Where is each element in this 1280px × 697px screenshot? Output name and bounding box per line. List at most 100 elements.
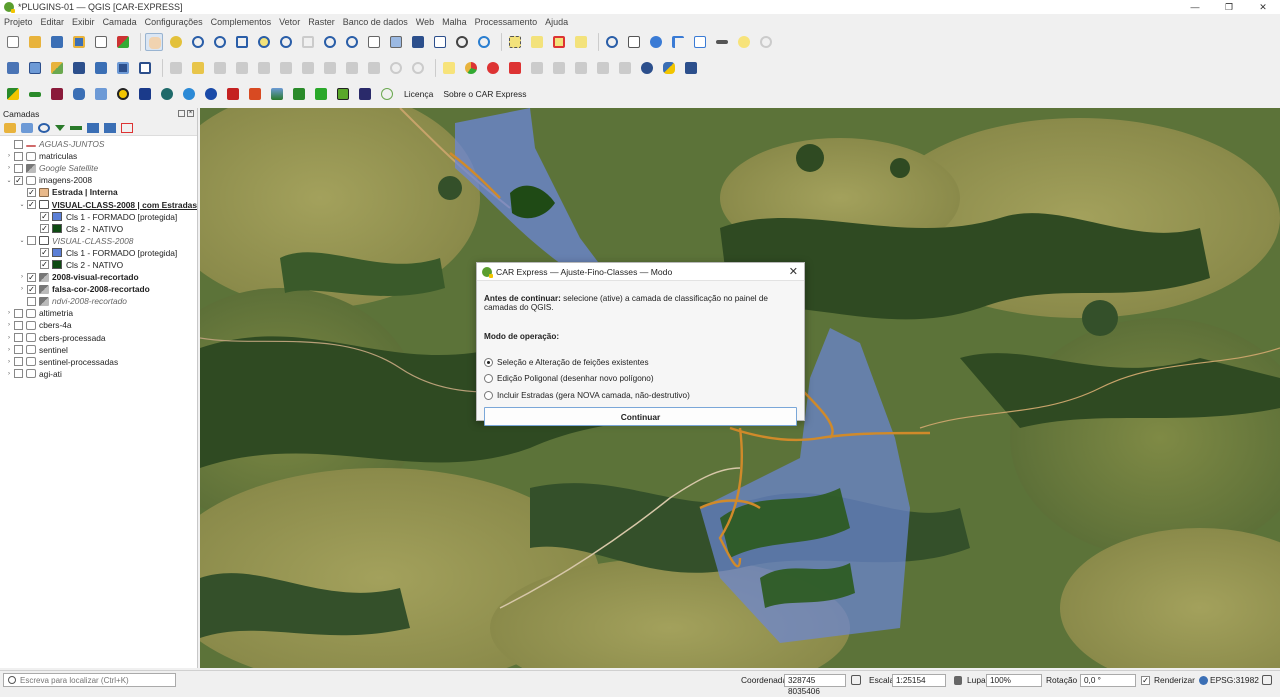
expand-all-icon[interactable] xyxy=(87,122,99,133)
menu-raster[interactable]: Raster xyxy=(308,17,335,27)
new-3d-view-icon[interactable] xyxy=(387,33,405,51)
menu-exibir[interactable]: Exibir xyxy=(72,17,95,27)
refresh-icon[interactable] xyxy=(475,33,493,51)
zoom-layer-icon[interactable] xyxy=(277,33,295,51)
radio-selection[interactable] xyxy=(484,357,493,367)
data-source-manager-icon[interactable] xyxy=(4,59,22,77)
car-plugin-2-icon[interactable] xyxy=(26,85,44,103)
save-as-icon[interactable] xyxy=(70,33,88,51)
layer-tree-item[interactable]: ✓ Estrada | Interna xyxy=(0,186,197,198)
expand-arrow-icon[interactable]: › xyxy=(17,286,27,292)
scale-field[interactable]: 1:25154 xyxy=(892,673,946,687)
temporal-controller-icon[interactable] xyxy=(453,33,471,51)
highlight-labels-icon[interactable] xyxy=(506,59,524,77)
diagram-tool-icon[interactable] xyxy=(462,59,480,77)
layer-tree-item[interactable]: › Google Satellite xyxy=(0,162,197,174)
style-manager-icon[interactable] xyxy=(114,33,132,51)
layer-visibility-checkbox[interactable] xyxy=(27,296,36,306)
add-group-icon[interactable] xyxy=(21,122,33,133)
car-plugin-7-icon[interactable] xyxy=(136,85,154,103)
expand-arrow-icon[interactable]: ⌄ xyxy=(4,177,14,184)
deselect-all-icon[interactable] xyxy=(550,33,568,51)
layer-tree-item[interactable]: › ✓ falsa-cor-2008-recortado xyxy=(0,283,197,295)
layer-tree-item[interactable]: › cbers-processada xyxy=(0,332,197,344)
layer-tree-item[interactable]: › cbers-4a xyxy=(0,319,197,331)
show-bookmarks-icon[interactable] xyxy=(431,33,449,51)
layer-visibility-checkbox[interactable] xyxy=(14,151,23,161)
bookmark-icon[interactable] xyxy=(409,33,427,51)
zoom-full-icon[interactable] xyxy=(233,33,251,51)
add-wms-icon[interactable] xyxy=(114,59,132,77)
menu-web[interactable]: Web xyxy=(416,17,434,27)
zoom-last-icon[interactable] xyxy=(321,33,339,51)
layer-visibility-checkbox[interactable] xyxy=(14,357,23,367)
menu-camada[interactable]: Camada xyxy=(103,17,137,27)
menu-complementos[interactable]: Complementos xyxy=(211,17,272,27)
car-plugin-16-icon[interactable] xyxy=(334,85,352,103)
python-console-icon[interactable] xyxy=(660,59,678,77)
expand-arrow-icon[interactable]: › xyxy=(4,371,14,377)
expand-arrow-icon[interactable]: › xyxy=(4,310,14,316)
class-color-swatch[interactable] xyxy=(52,248,62,258)
zoom-selection-icon[interactable] xyxy=(255,33,273,51)
zoom-in-icon[interactable] xyxy=(189,33,207,51)
show-hide-labels-icon[interactable] xyxy=(594,59,612,77)
layer-tree-item[interactable]: ⌄ VISUAL-CLASS-2008 xyxy=(0,235,197,247)
toggle-editing-icon[interactable] xyxy=(189,59,207,77)
add-mesh-icon[interactable] xyxy=(92,59,110,77)
about-car-express-button[interactable]: Sobre o CAR Express xyxy=(443,89,526,99)
menu-vetor[interactable]: Vetor xyxy=(279,17,300,27)
layer-visibility-checkbox[interactable] xyxy=(14,333,23,343)
expand-arrow-icon[interactable]: ⌄ xyxy=(17,237,27,244)
crs-globe-icon[interactable] xyxy=(1199,675,1208,685)
menu-configuracoes[interactable]: Configurações xyxy=(145,17,203,27)
radio-include-roads[interactable] xyxy=(484,390,493,400)
extents-toggle-icon[interactable] xyxy=(851,675,861,685)
expand-arrow-icon[interactable]: › xyxy=(4,165,14,171)
add-raster-icon[interactable] xyxy=(70,59,88,77)
car-plugin-14-icon[interactable] xyxy=(290,85,308,103)
menu-ajuda[interactable]: Ajuda xyxy=(545,17,568,27)
close-panel-icon[interactable]: × xyxy=(187,110,194,117)
layer-tree-item[interactable]: AGUAS-JUNTOS xyxy=(0,138,197,150)
menu-malha[interactable]: Malha xyxy=(442,17,467,27)
cut-icon[interactable] xyxy=(321,59,339,77)
redo-icon[interactable] xyxy=(409,59,427,77)
car-plugin-6-icon[interactable] xyxy=(114,85,132,103)
layer-tree-item[interactable]: ✓ Cls 2 - NATIVO xyxy=(0,223,197,235)
pan-to-selection-icon[interactable] xyxy=(167,33,185,51)
expand-arrow-icon[interactable]: › xyxy=(4,322,14,328)
layer-tree-item[interactable]: › altimetria xyxy=(0,307,197,319)
car-plugin-8-icon[interactable] xyxy=(158,85,176,103)
print-layout-icon[interactable] xyxy=(92,33,110,51)
vertex-tool-icon[interactable] xyxy=(255,59,273,77)
zoom-out-icon[interactable] xyxy=(211,33,229,51)
car-plugin-13-icon[interactable] xyxy=(268,85,286,103)
car-plugin-17-icon[interactable] xyxy=(356,85,374,103)
field-calculator-icon[interactable] xyxy=(691,33,709,51)
copy-icon[interactable] xyxy=(343,59,361,77)
menu-editar[interactable]: Editar xyxy=(41,17,65,27)
undo-icon[interactable] xyxy=(387,59,405,77)
new-map-view-icon[interactable] xyxy=(365,33,383,51)
select-by-value-icon[interactable] xyxy=(528,33,546,51)
layer-tree-item[interactable]: ✓ Cls 1 - FORMADO [protegida] xyxy=(0,247,197,259)
layer-visibility-checkbox[interactable] xyxy=(14,308,23,318)
expand-arrow-icon[interactable]: ⌄ xyxy=(17,201,27,208)
collapse-all-icon[interactable] xyxy=(104,122,116,133)
layer-visibility-checkbox[interactable]: ✓ xyxy=(27,187,36,197)
car-plugin-15-icon[interactable] xyxy=(312,85,330,103)
identify-icon[interactable] xyxy=(603,33,621,51)
measure-icon[interactable] xyxy=(713,33,731,51)
new-geopackage-icon[interactable] xyxy=(26,59,44,77)
render-checkbox[interactable]: ✓ xyxy=(1141,676,1150,685)
layer-visibility-checkbox[interactable] xyxy=(27,236,36,246)
layer-tree-item[interactable]: › matriculas xyxy=(0,150,197,162)
continue-button[interactable]: Continuar xyxy=(484,406,797,426)
float-panel-icon[interactable] xyxy=(178,110,185,117)
add-wfs-icon[interactable] xyxy=(136,59,154,77)
close-window-button[interactable]: ✕ xyxy=(1246,0,1280,14)
minimize-button[interactable]: — xyxy=(1178,0,1212,14)
dialog-close-icon[interactable]: ✕ xyxy=(789,265,798,278)
filter-legend-icon[interactable] xyxy=(55,124,65,131)
